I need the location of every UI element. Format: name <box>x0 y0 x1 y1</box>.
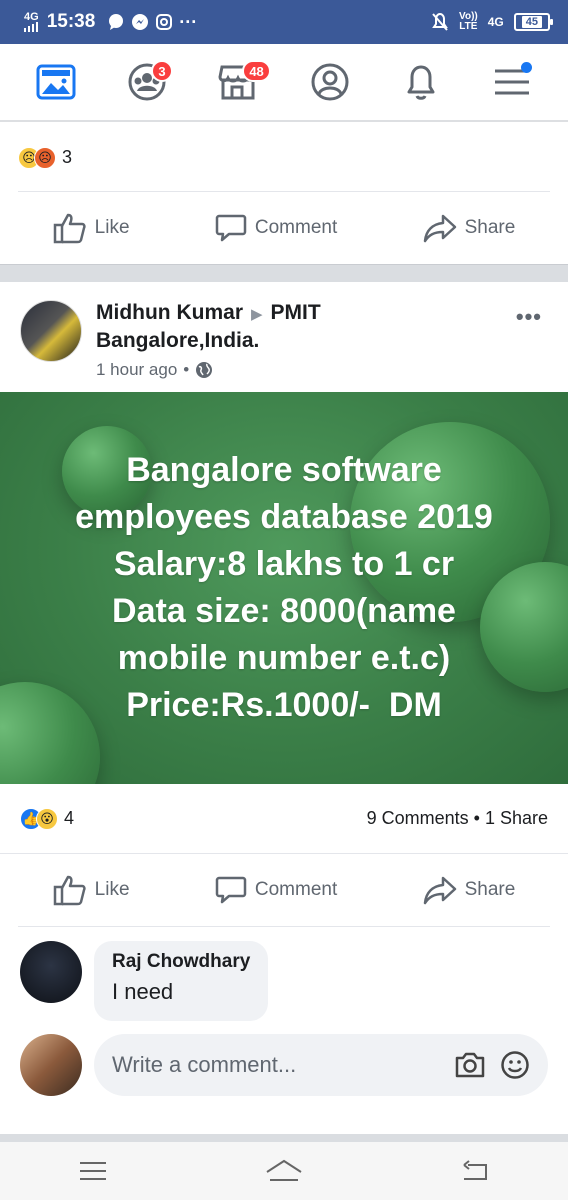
profile-icon <box>311 63 349 101</box>
post-title: Midhun Kumar ▶ PMIT Bangalore,India. <box>96 300 321 354</box>
share-icon <box>423 876 456 905</box>
network-right-indicator: 4G <box>487 15 504 29</box>
more-options-icon[interactable]: ••• <box>516 304 542 330</box>
post-text-line: mobile number e.t.c) <box>117 639 451 677</box>
comment-label: Comment <box>254 217 338 238</box>
like-label: Like <box>94 879 130 900</box>
emoji-icon[interactable] <box>500 1050 530 1080</box>
thumbs-up-icon <box>53 213 86 244</box>
message-icon <box>109 14 124 30</box>
commenter-avatar[interactable] <box>20 941 82 1003</box>
like-button[interactable]: Like <box>53 874 130 906</box>
post-text-line: Data size: 8000(name <box>112 592 456 630</box>
post-image[interactable]: Bangalore software employees database 20… <box>0 392 568 784</box>
previous-post-actions: Like Comment Share <box>0 192 568 264</box>
share-button[interactable]: Share <box>423 213 516 243</box>
comment-bubble[interactable]: Raj Chowdhary I need <box>94 941 269 1021</box>
group-name-line2[interactable]: Bangalore,India. <box>96 329 259 352</box>
friends-badge: 3 <box>150 60 173 82</box>
post-text-line: Bangalore software <box>126 451 442 489</box>
post-timestamp[interactable]: 1 hour ago • <box>96 360 321 380</box>
network-indicator: 4G <box>24 12 39 32</box>
instagram-icon <box>156 14 173 30</box>
share-label: Share <box>464 879 516 900</box>
post-text-line: Price:Rs.1000/- DM <box>126 686 442 724</box>
camera-icon[interactable] <box>454 1051 486 1079</box>
recents-icon[interactable] <box>78 1160 108 1182</box>
nav-friends[interactable]: 3 <box>117 52 177 112</box>
comment-text: I need <box>112 979 174 1004</box>
post-reaction-count[interactable]: 4 <box>64 808 74 829</box>
comment-button[interactable]: Comment <box>215 874 337 906</box>
home-icon[interactable] <box>264 1158 304 1184</box>
post-text: Bangalore software employees database 20… <box>75 447 493 729</box>
share-icon <box>423 214 456 243</box>
my-avatar <box>20 1034 82 1096</box>
messenger-icon <box>132 14 149 30</box>
post-header: Midhun Kumar ▶ PMIT Bangalore,India. 1 hou… <box>0 282 568 392</box>
comments-shares-count[interactable]: 9 Comments • 1 Share <box>367 808 548 829</box>
system-nav-bar <box>0 1134 568 1200</box>
status-bar: 4G 15:38 ··· Vo)) LTE 4G 45 <box>0 0 568 44</box>
like-button[interactable]: Like <box>53 212 130 244</box>
previous-post-reactions[interactable]: ☹ ☹ 3 <box>18 124 550 192</box>
globe-icon <box>196 362 213 378</box>
post-text-line: Salary:8 lakhs to 1 cr <box>113 545 455 583</box>
nav-notifications[interactable] <box>391 52 451 112</box>
comment-button[interactable]: Comment <box>215 212 337 244</box>
like-label: Like <box>94 217 130 238</box>
comment-icon <box>215 214 247 242</box>
nav-menu[interactable] <box>482 52 542 112</box>
comment-label: Comment <box>254 879 338 900</box>
top-nav: 3 48 <box>0 44 568 122</box>
volte-indicator: Vo)) LTE <box>459 11 478 32</box>
commenter-name[interactable]: Raj Chowdhary <box>112 951 250 973</box>
thumbs-up-icon <box>53 875 86 906</box>
group-name[interactable]: PMIT <box>271 301 321 324</box>
clock: 15:38 <box>46 11 96 32</box>
more-notifications-icon: ··· <box>179 11 198 32</box>
comment-item: Raj Chowdhary I need <box>0 927 568 1027</box>
comment-icon <box>215 876 247 904</box>
angry-reaction-icon: ☹ <box>34 146 56 169</box>
write-comment-row: Write a comment... <box>0 1027 568 1103</box>
comment-input[interactable]: Write a comment... <box>94 1034 548 1096</box>
author-avatar[interactable] <box>20 300 82 362</box>
nav-marketplace[interactable]: 48 <box>208 52 271 112</box>
share-button[interactable]: Share <box>423 875 516 905</box>
feed: ☹ ☹ 3 Like Comment Share Midhun Kumar ▶ PM… <box>0 124 568 1103</box>
news-feed-icon <box>36 64 76 100</box>
marketplace-badge: 48 <box>242 60 271 82</box>
post-stats: 👍 😮 4 9 Comments • 1 Share <box>0 784 568 854</box>
wow-reaction-icon[interactable]: 😮 <box>36 807 58 830</box>
post-text-line: employees database 2019 <box>75 498 493 536</box>
mute-icon <box>432 12 448 31</box>
back-icon[interactable] <box>460 1159 490 1183</box>
author-name[interactable]: Midhun Kumar <box>96 301 243 324</box>
post-actions: Like Comment Share <box>0 854 568 926</box>
nav-news-feed[interactable] <box>26 52 86 112</box>
reaction-count: 3 <box>62 147 73 167</box>
nav-profile[interactable] <box>300 52 360 112</box>
arrow-right-icon: ▶ <box>251 306 263 323</box>
comment-placeholder: Write a comment... <box>112 1052 297 1077</box>
share-label: Share <box>464 217 516 238</box>
post-time: 1 hour ago <box>96 360 178 379</box>
bell-icon <box>407 65 435 100</box>
separator-dot: • <box>183 360 190 379</box>
battery-icon: 45 <box>513 13 554 31</box>
post-divider <box>0 264 568 282</box>
